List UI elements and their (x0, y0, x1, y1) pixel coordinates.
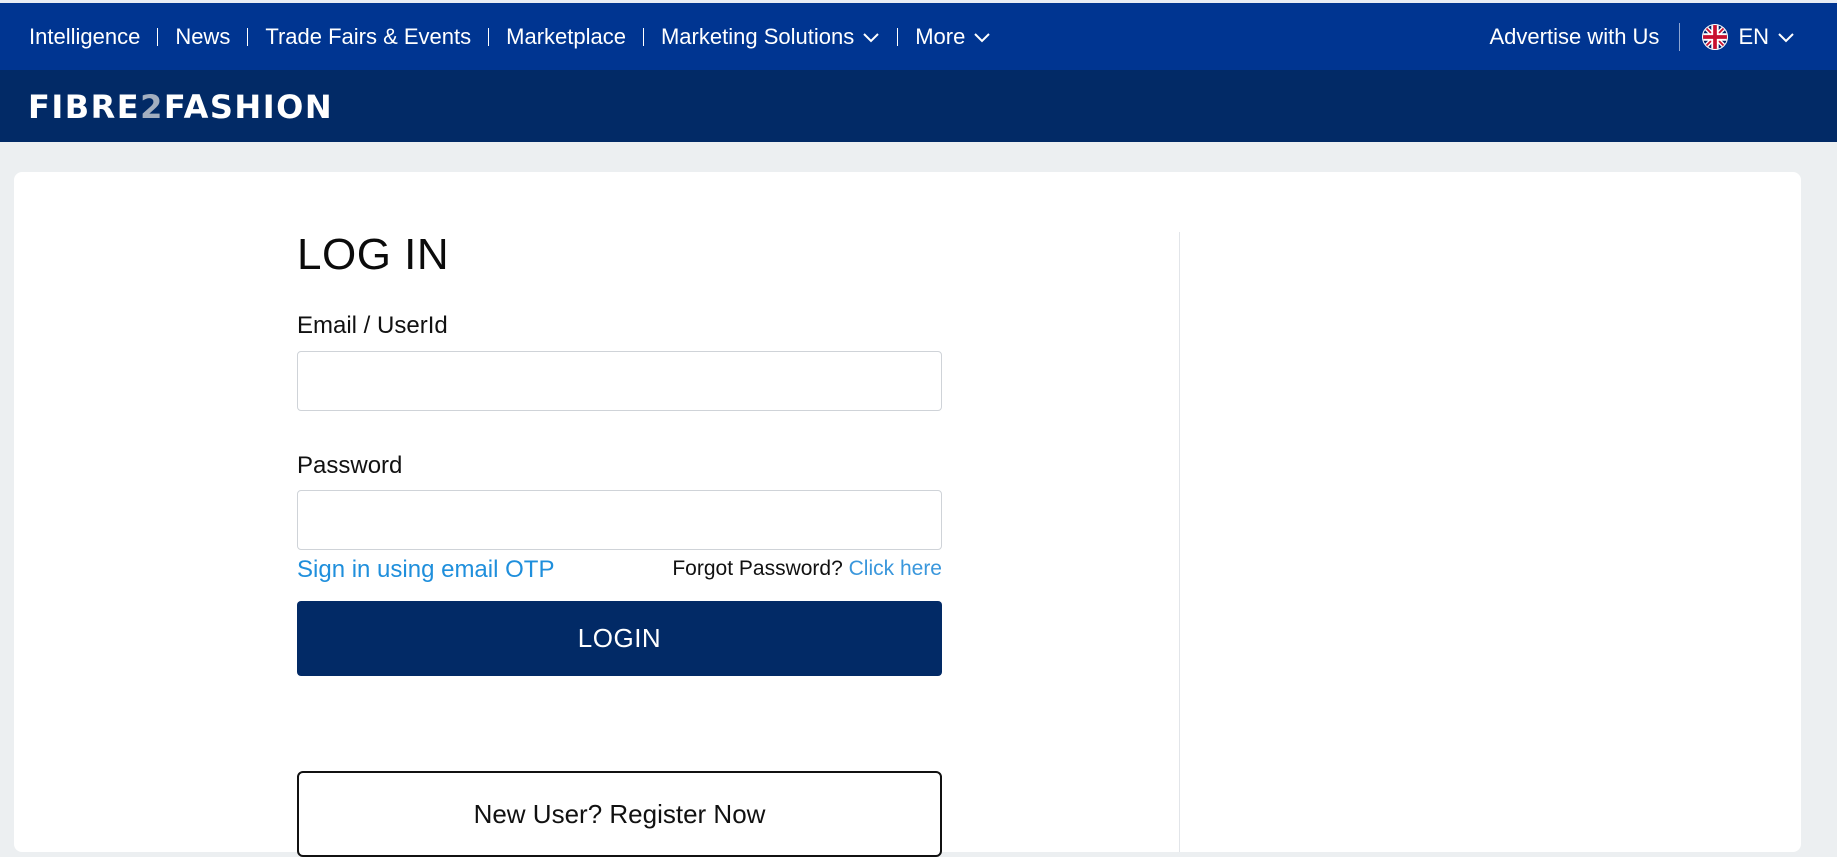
nav-item-trade-fairs-events[interactable]: Trade Fairs & Events (265, 24, 471, 50)
forgot-password-text: Forgot Password? (672, 557, 843, 580)
fibre2fashion-logo[interactable]: FIBRE2FASHION (28, 88, 333, 126)
uk-flag-icon (1702, 23, 1729, 50)
brand-bar: FIBRE2FASHION (0, 70, 1837, 142)
password-field[interactable] (297, 490, 942, 550)
nav-item-label: Intelligence (29, 23, 141, 49)
nav-right: Advertise with Us EN (1489, 3, 1795, 70)
page-title: LOG IN (297, 230, 450, 279)
vertical-divider (1179, 232, 1180, 852)
chevron-down-icon (1778, 32, 1794, 42)
email-field[interactable] (297, 351, 942, 411)
nav-item-label: More (915, 23, 966, 49)
nav-separator (897, 27, 899, 46)
forgot-password-link[interactable]: Click here (849, 557, 942, 580)
register-button[interactable]: New User? Register Now (297, 771, 942, 857)
chevron-down-icon (974, 32, 991, 42)
nav-item-intelligence[interactable]: Intelligence (29, 24, 140, 50)
login-card: LOG IN Email / UserId Password Sign in u… (14, 172, 1801, 857)
login-button[interactable]: LOGIN (297, 601, 942, 676)
nav-separator (488, 27, 490, 46)
nav-item-marketplace[interactable]: Marketplace (506, 24, 626, 50)
password-label: Password (297, 452, 403, 479)
email-otp-link[interactable]: Sign in using email OTP (297, 556, 554, 584)
nav-item-label: News (175, 23, 231, 49)
nav-divider (1679, 22, 1681, 51)
nav-item-marketing-solutions[interactable]: Marketing Solutions (661, 24, 880, 50)
logo-text: FIBRE (28, 88, 141, 126)
nav-item-news[interactable]: News (175, 24, 230, 50)
nav-item-label: Marketplace (506, 23, 626, 49)
nav-separator (247, 27, 249, 46)
language-label: EN (1738, 23, 1769, 49)
logo-text: 2 (140, 88, 164, 126)
nav-item-label: Trade Fairs & Events (265, 23, 472, 49)
chevron-down-icon (863, 32, 879, 42)
top-navigation-bar: Intelligence News Trade Fairs & Events M… (0, 0, 1837, 70)
forgot-password: Forgot Password? Click here (672, 557, 942, 581)
nav-item-more[interactable]: More (915, 24, 991, 50)
nav-separator (157, 27, 159, 46)
nav-item-label: Marketing Solutions (660, 23, 855, 49)
nav-separator (642, 27, 644, 46)
main-nav: Intelligence News Trade Fairs & Events M… (29, 3, 991, 70)
email-label: Email / UserId (297, 312, 448, 339)
language-selector[interactable]: EN (1702, 23, 1795, 50)
advertise-link[interactable]: Advertise with Us (1489, 24, 1659, 50)
logo-text: FASHION (163, 88, 334, 126)
